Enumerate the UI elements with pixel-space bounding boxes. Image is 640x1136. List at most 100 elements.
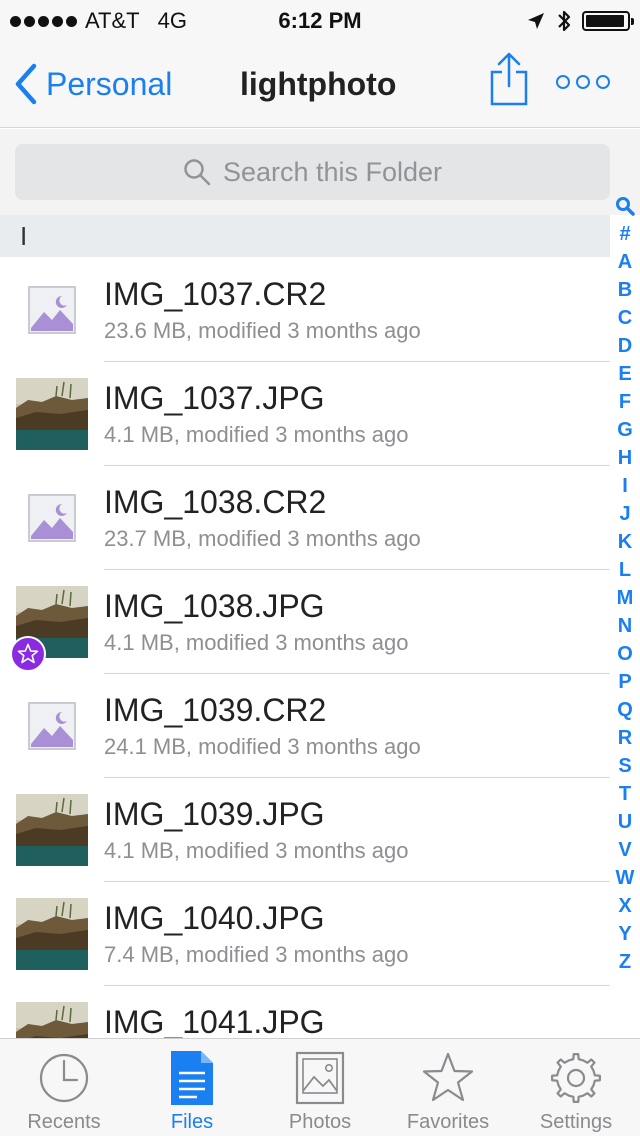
file-meta: 4.1 MB, modified 3 months ago bbox=[104, 630, 409, 655]
index-letter[interactable]: C bbox=[610, 304, 640, 332]
tab-label: Settings bbox=[539, 1111, 613, 1133]
location-arrow-icon bbox=[528, 13, 544, 29]
file-row[interactable]: IMG_1039.CR2 24.1 MB, modified 3 months a… bbox=[0, 674, 610, 778]
index-letter[interactable]: M bbox=[610, 584, 640, 612]
file-meta: 24.1 MB, modified 3 months ago bbox=[104, 734, 421, 759]
index-letter[interactable]: Z bbox=[610, 948, 640, 976]
page-title: lightphoto bbox=[240, 66, 397, 102]
battery-level bbox=[586, 15, 624, 27]
more-options-button[interactable] bbox=[556, 70, 610, 94]
tab-label: Files bbox=[170, 1111, 214, 1133]
tab-files[interactable]: Files bbox=[128, 1039, 256, 1136]
index-letter[interactable]: X bbox=[610, 892, 640, 920]
search-icon bbox=[184, 159, 211, 186]
index-letter[interactable]: U bbox=[610, 808, 640, 836]
index-letter[interactable]: S bbox=[610, 752, 640, 780]
tab-recents[interactable]: Recents bbox=[0, 1039, 128, 1136]
image-file-icon bbox=[30, 704, 74, 748]
index-letter[interactable]: H bbox=[610, 444, 640, 472]
tab-label: Favorites bbox=[406, 1111, 490, 1133]
index-letter[interactable]: T bbox=[610, 780, 640, 808]
file-row[interactable]: IMG_1037.JPG 4.1 MB, modified 3 months ag… bbox=[0, 362, 610, 466]
search-icon bbox=[616, 197, 635, 216]
file-list: IMG_1037.CR2 23.6 MB, modified 3 months a… bbox=[0, 258, 610, 1038]
search-input[interactable]: Search this Folder bbox=[15, 144, 610, 200]
image-file-icon bbox=[30, 288, 74, 332]
file-name: IMG_1037.JPG bbox=[104, 380, 325, 416]
index-letter[interactable]: N bbox=[610, 612, 640, 640]
back-button[interactable]: Personal bbox=[14, 62, 172, 106]
share-icon bbox=[490, 52, 528, 106]
file-row[interactable]: IMG_1040.JPG 7.4 MB, modified 3 months ag… bbox=[0, 882, 610, 986]
file-meta: 23.6 MB, modified 3 months ago bbox=[104, 318, 421, 343]
more-dot-icon bbox=[576, 75, 590, 89]
file-meta: 23.7 MB, modified 3 months ago bbox=[104, 526, 421, 551]
section-index-bar[interactable]: # A B C D E F G H I J K L M N O P Q R S T U V W X Y Z bbox=[610, 190, 640, 990]
index-letter[interactable]: I bbox=[610, 472, 640, 500]
index-letter[interactable]: A bbox=[610, 248, 640, 276]
document-icon bbox=[171, 1051, 213, 1105]
generic-image-icon bbox=[28, 702, 76, 750]
file-name: IMG_1038.CR2 bbox=[104, 484, 327, 520]
index-letter[interactable]: W bbox=[610, 864, 640, 892]
file-name: IMG_1039.CR2 bbox=[104, 692, 327, 728]
file-row[interactable]: IMG_1038.JPG 4.1 MB, modified 3 months ag… bbox=[0, 570, 610, 674]
photo-thumbnail bbox=[16, 794, 88, 866]
index-letter[interactable]: L bbox=[610, 556, 640, 584]
status-right bbox=[526, 8, 634, 34]
index-letter[interactable]: # bbox=[610, 220, 640, 248]
index-letter[interactable]: B bbox=[610, 276, 640, 304]
navigation-bar: Personal lightphoto bbox=[0, 40, 640, 128]
file-row[interactable]: IMG_1041.JPG bbox=[0, 986, 610, 1038]
chevron-left-icon bbox=[15, 63, 37, 105]
battery-icon bbox=[582, 11, 634, 31]
index-letter[interactable]: J bbox=[610, 500, 640, 528]
index-letter[interactable]: Y bbox=[610, 920, 640, 948]
index-letter[interactable]: Q bbox=[610, 696, 640, 724]
index-letter[interactable]: V bbox=[610, 836, 640, 864]
file-row[interactable]: IMG_1038.CR2 23.7 MB, modified 3 months a… bbox=[0, 466, 610, 570]
file-row[interactable]: IMG_1039.JPG 4.1 MB, modified 3 months ag… bbox=[0, 778, 610, 882]
file-meta: 7.4 MB, modified 3 months ago bbox=[104, 942, 409, 967]
tab-label: Photos bbox=[288, 1111, 352, 1133]
section-header: I bbox=[0, 215, 610, 257]
tab-settings[interactable]: Settings bbox=[512, 1039, 640, 1136]
tab-bar: Recents Files Photos Favorites Settings bbox=[0, 1038, 640, 1136]
back-button-label: Personal bbox=[46, 65, 173, 102]
file-name: IMG_1040.JPG bbox=[104, 900, 325, 936]
file-name: IMG_1039.JPG bbox=[104, 796, 325, 832]
bluetooth-icon bbox=[558, 10, 571, 32]
status-bar: AT&T 4G 6:12 PM bbox=[0, 0, 640, 40]
star-icon bbox=[17, 643, 39, 664]
index-letter[interactable]: G bbox=[610, 416, 640, 444]
photo-thumbnail bbox=[16, 898, 88, 970]
more-dot-icon bbox=[556, 75, 570, 89]
photo-icon bbox=[295, 1051, 345, 1105]
search-area: Search this Folder bbox=[0, 129, 640, 215]
image-file-icon bbox=[30, 496, 74, 540]
gear-icon bbox=[551, 1053, 601, 1103]
tab-label: Recents bbox=[27, 1111, 101, 1133]
file-name: IMG_1037.CR2 bbox=[104, 276, 327, 312]
generic-image-icon bbox=[28, 494, 76, 542]
generic-image-icon bbox=[28, 286, 76, 334]
file-meta: 4.1 MB, modified 3 months ago bbox=[104, 838, 409, 863]
index-letter[interactable]: P bbox=[610, 668, 640, 696]
file-name: IMG_1038.JPG bbox=[104, 588, 325, 624]
photo-thumbnail bbox=[16, 378, 88, 450]
photo-thumbnail bbox=[16, 1002, 88, 1038]
tab-favorites[interactable]: Favorites bbox=[384, 1039, 512, 1136]
more-dot-icon bbox=[596, 75, 610, 89]
index-letter[interactable]: D bbox=[610, 332, 640, 360]
index-letter[interactable]: O bbox=[610, 640, 640, 668]
index-letter[interactable]: F bbox=[610, 388, 640, 416]
share-button[interactable] bbox=[488, 50, 530, 108]
tab-photos[interactable]: Photos bbox=[256, 1039, 384, 1136]
index-letter[interactable]: K bbox=[610, 528, 640, 556]
star-icon bbox=[422, 1052, 474, 1102]
file-meta: 4.1 MB, modified 3 months ago bbox=[104, 422, 409, 447]
index-letter[interactable]: R bbox=[610, 724, 640, 752]
index-letter[interactable]: E bbox=[610, 360, 640, 388]
file-row[interactable]: IMG_1037.CR2 23.6 MB, modified 3 months a… bbox=[0, 258, 610, 362]
search-placeholder: Search this Folder bbox=[222, 156, 443, 187]
